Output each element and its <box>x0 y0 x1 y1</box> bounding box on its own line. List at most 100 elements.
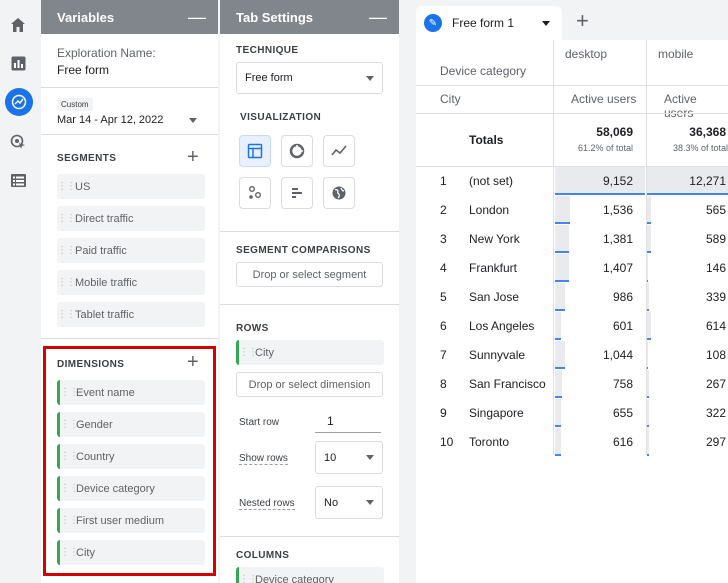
row-mobile-value: 12,271 <box>689 174 726 188</box>
scatter-icon[interactable] <box>239 177 271 209</box>
date-badge: Custom <box>57 98 93 111</box>
collapse-icon[interactable]: — <box>369 8 387 26</box>
drag-handle-icon[interactable]: ⋮⋮ <box>239 347 258 358</box>
drag-handle-icon[interactable]: ⋮⋮ <box>60 451 79 462</box>
segment-chip[interactable]: ⋮⋮ Tablet traffic <box>57 302 205 327</box>
row-dimension-chip[interactable]: ⋮⋮ City <box>236 340 384 365</box>
exploration-name-input[interactable]: Free form <box>57 63 109 77</box>
column-header-mobile[interactable]: mobile <box>658 47 693 61</box>
chevron-down-icon <box>366 500 374 505</box>
segment-chip[interactable]: ⋮⋮ Mobile traffic <box>57 270 205 295</box>
advertising-icon[interactable] <box>6 130 30 154</box>
dimension-chip[interactable]: ⋮⋮ Gender <box>57 412 205 437</box>
bar-chart-icon[interactable] <box>281 177 313 209</box>
show-rows-select[interactable]: 10 <box>315 441 383 474</box>
table-row[interactable]: 9 Singapore 655 322 <box>416 398 728 427</box>
segment-chip[interactable]: ⋮⋮ Direct traffic <box>57 206 205 231</box>
column-header-desktop[interactable]: desktop <box>565 47 607 61</box>
nav-rail <box>0 0 36 583</box>
explore-icon[interactable] <box>5 88 33 116</box>
chevron-down-icon[interactable] <box>542 21 550 26</box>
drag-handle-icon[interactable]: ⋮⋮ <box>60 515 79 526</box>
row-rank: 3 <box>440 232 447 246</box>
ga-exploration: Variables — Exploration Name: Free form … <box>0 0 728 583</box>
table-row[interactable]: 5 San Jose 986 339 <box>416 282 728 311</box>
dimension-chip[interactable]: ⋮⋮ Device category <box>57 476 205 501</box>
dimension-chip[interactable]: ⋮⋮ City <box>57 540 205 565</box>
table-row[interactable]: 10 Toronto 616 297 <box>416 427 728 456</box>
columns-title: COLUMNS <box>236 550 290 561</box>
drag-handle-icon[interactable]: ⋮⋮ <box>57 245 76 256</box>
row-mobile-value: 614 <box>705 319 726 333</box>
table-row[interactable]: 3 New York 1,381 589 <box>416 224 728 253</box>
row-desktop-value: 758 <box>612 377 633 391</box>
row-city: (not set) <box>469 174 514 188</box>
start-row-label: Start row <box>239 417 280 428</box>
geo-map-icon[interactable] <box>323 177 355 209</box>
segment-chip[interactable]: ⋮⋮ US <box>57 174 205 199</box>
row-city: Frankfurt <box>469 261 518 275</box>
row-desktop-value: 1,407 <box>602 261 633 275</box>
table-row[interactable]: 7 Sunnyvale 1,044 108 <box>416 340 728 369</box>
reports-icon[interactable] <box>6 51 30 75</box>
table-row[interactable]: 4 Frankfurt 1,407 146 <box>416 253 728 282</box>
row-rank: 9 <box>440 406 447 420</box>
collapse-icon[interactable]: — <box>188 8 206 26</box>
metric-header-mobile[interactable]: Active users <box>664 92 728 120</box>
start-row-input[interactable]: 1 <box>315 407 381 433</box>
row-city: New York <box>469 232 520 246</box>
row-city: San Jose <box>469 290 520 304</box>
row-desktop-value: 1,381 <box>602 232 633 246</box>
row-dimension-header[interactable]: City <box>440 92 461 106</box>
dimension-drop-target[interactable]: Drop or select dimension <box>236 372 383 397</box>
drag-handle-icon[interactable]: ⋮⋮ <box>57 181 76 192</box>
technique-select[interactable]: Free form <box>236 62 383 94</box>
drag-handle-icon[interactable]: ⋮⋮ <box>57 277 76 288</box>
table-row[interactable]: 8 San Francisco 758 267 <box>416 369 728 398</box>
metric-header-desktop[interactable]: Active users <box>571 92 636 106</box>
table-row[interactable]: 6 Los Angeles 601 614 <box>416 311 728 340</box>
line-chart-icon[interactable] <box>323 135 355 167</box>
edit-icon[interactable]: ✎ <box>424 14 442 32</box>
dimension-chip[interactable]: ⋮⋮ Event name <box>57 380 205 405</box>
segment-drop-target[interactable]: Drop or select segment <box>236 262 383 287</box>
column-dimension-chip[interactable]: ⋮⋮ Device category <box>236 567 384 583</box>
drag-handle-icon[interactable]: ⋮⋮ <box>60 419 79 430</box>
drag-handle-icon[interactable]: ⋮⋮ <box>57 213 76 224</box>
table-icon[interactable] <box>239 135 271 167</box>
drag-handle-icon[interactable]: ⋮⋮ <box>60 483 79 494</box>
home-icon[interactable] <box>6 13 30 37</box>
drag-handle-icon[interactable]: ⋮⋮ <box>60 387 79 398</box>
report-canvas: ✎ Free form 1 + Device category desktop … <box>416 0 728 583</box>
technique-title: TECHNIQUE <box>236 45 299 56</box>
dimension-chip[interactable]: ⋮⋮ First user medium <box>57 508 205 533</box>
row-mobile-value: 267 <box>705 377 726 391</box>
bar-mobile-line <box>647 454 649 456</box>
table-row[interactable]: 2 London 1,536 565 <box>416 195 728 224</box>
add-segment-icon[interactable]: + <box>187 147 199 167</box>
nested-rows-select[interactable]: No <box>315 486 383 519</box>
table-row[interactable]: 1 (not set) 9,152 12,271 <box>416 166 728 195</box>
add-tab-icon[interactable]: + <box>576 10 589 32</box>
row-desktop-value: 655 <box>612 406 633 420</box>
row-city: Los Angeles <box>469 319 535 333</box>
drag-handle-icon[interactable]: ⋮⋮ <box>60 547 79 558</box>
add-dimension-icon[interactable]: + <box>187 352 199 372</box>
row-city: San Francisco <box>469 377 546 391</box>
total-desktop: 58,069 <box>596 125 633 139</box>
row-mobile-value: 322 <box>705 406 726 420</box>
segment-chip[interactable]: ⋮⋮ Paid traffic <box>57 238 205 263</box>
date-caret-icon[interactable] <box>189 118 197 123</box>
chevron-down-icon <box>366 75 374 81</box>
date-range-picker[interactable]: Mar 14 - Apr 12, 2022 <box>57 114 163 126</box>
configure-icon[interactable] <box>6 168 30 192</box>
dimensions-title: DIMENSIONS <box>57 359 125 370</box>
donut-icon[interactable] <box>281 135 313 167</box>
dimension-chip[interactable]: ⋮⋮ Country <box>57 444 205 469</box>
tab-free-form-1[interactable]: ✎ Free form 1 <box>416 6 562 40</box>
column-dimension-header: Device category <box>440 64 527 78</box>
drag-handle-icon[interactable]: ⋮⋮ <box>57 309 76 320</box>
drag-handle-icon[interactable]: ⋮⋮ <box>239 574 258 583</box>
variables-title: Variables <box>57 9 115 25</box>
row-mobile-value: 108 <box>705 348 726 362</box>
